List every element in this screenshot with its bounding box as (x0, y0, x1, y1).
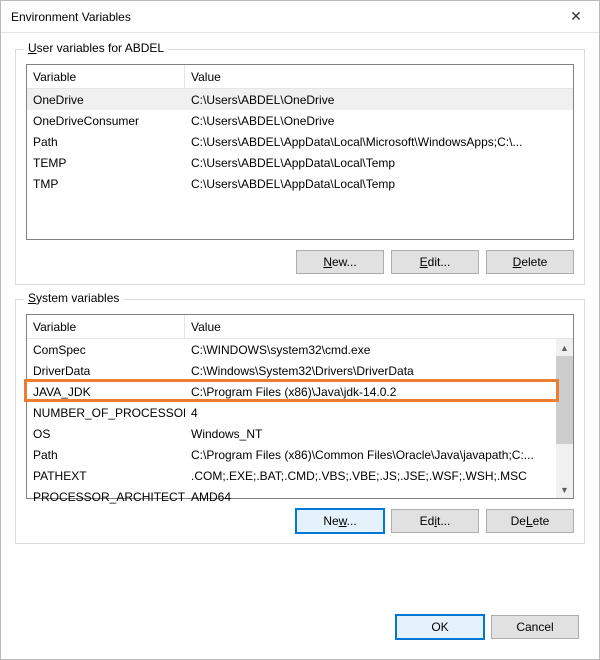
scroll-up-icon[interactable]: ▲ (556, 339, 573, 356)
system-variables-legend: System variables (24, 291, 123, 305)
titlebar: Environment Variables ✕ (1, 1, 599, 33)
ok-button[interactable]: OK (396, 615, 484, 639)
column-variable[interactable]: Variable (27, 65, 185, 88)
system-edit-button[interactable]: Edit... (391, 509, 479, 533)
dialog-footer: OK Cancel (1, 605, 599, 659)
var-value: 4 (185, 406, 556, 420)
scroll-track[interactable] (556, 356, 573, 481)
table-row[interactable]: PATHEXT.COM;.EXE;.BAT;.CMD;.VBS;.VBE;.JS… (27, 465, 556, 486)
table-row[interactable]: PROCESSOR_ARCHITECTU...AMD64 (27, 486, 556, 507)
env-vars-dialog: Environment Variables ✕ User variables f… (0, 0, 600, 660)
var-name: Path (27, 135, 185, 149)
var-name: PATHEXT (27, 469, 185, 483)
scrollbar[interactable]: ▲ ▼ (556, 339, 573, 498)
table-row[interactable]: OneDriveC:\Users\ABDEL\OneDrive (27, 89, 573, 110)
var-name: ComSpec (27, 343, 185, 357)
var-name: PROCESSOR_ARCHITECTU... (27, 490, 185, 504)
table-row[interactable]: TEMPC:\Users\ABDEL\AppData\Local\Temp (27, 152, 573, 173)
var-name: TEMP (27, 156, 185, 170)
system-new-button[interactable]: New... (296, 509, 384, 533)
var-name: OneDrive (27, 93, 185, 107)
cancel-button[interactable]: Cancel (491, 615, 579, 639)
system-delete-button[interactable]: DeLete (486, 509, 574, 533)
var-value: .COM;.EXE;.BAT;.CMD;.VBS;.VBE;.JS;.JSE;.… (185, 469, 556, 483)
user-delete-button[interactable]: Delete (486, 250, 574, 274)
var-value: C:\Program Files (x86)\Java\jdk-14.0.2 (185, 385, 556, 399)
system-variables-group: System variables Variable Value ComSpecC… (15, 299, 585, 544)
table-row[interactable]: JAVA_JDKC:\Program Files (x86)\Java\jdk-… (27, 381, 556, 402)
var-value: C:\Users\ABDEL\OneDrive (185, 114, 573, 128)
table-row[interactable]: DriverDataC:\Windows\System32\Drivers\Dr… (27, 360, 556, 381)
var-name: TMP (27, 177, 185, 191)
column-variable[interactable]: Variable (27, 315, 185, 338)
user-new-button[interactable]: New... (296, 250, 384, 274)
user-variables-legend: User variables for ABDEL (24, 41, 168, 55)
var-value: AMD64 (185, 490, 556, 504)
dialog-content: User variables for ABDEL Variable Value … (1, 33, 599, 605)
system-variables-list[interactable]: Variable Value ComSpecC:\WINDOWS\system3… (26, 314, 574, 499)
scroll-down-icon[interactable]: ▼ (556, 481, 573, 498)
system-buttons: New... Edit... DeLete (26, 509, 574, 533)
table-row[interactable]: NUMBER_OF_PROCESSORS4 (27, 402, 556, 423)
var-name: DriverData (27, 364, 185, 378)
user-edit-button[interactable]: Edit... (391, 250, 479, 274)
list-header: Variable Value (27, 65, 573, 89)
var-name: JAVA_JDK (27, 385, 185, 399)
user-buttons: New... Edit... Delete (26, 250, 574, 274)
var-name: NUMBER_OF_PROCESSORS (27, 406, 185, 420)
var-value: C:\Users\ABDEL\AppData\Local\Temp (185, 177, 573, 191)
var-name: OneDriveConsumer (27, 114, 185, 128)
scroll-thumb[interactable] (556, 356, 573, 444)
table-row[interactable]: OSWindows_NT (27, 423, 556, 444)
table-row[interactable]: PathC:\Users\ABDEL\AppData\Local\Microso… (27, 131, 573, 152)
table-row[interactable]: PathC:\Program Files (x86)\Common Files\… (27, 444, 556, 465)
var-name: OS (27, 427, 185, 441)
var-value: C:\Users\ABDEL\AppData\Local\Temp (185, 156, 573, 170)
var-value: C:\Windows\System32\Drivers\DriverData (185, 364, 556, 378)
list-header: Variable Value (27, 315, 573, 339)
table-row[interactable]: ComSpecC:\WINDOWS\system32\cmd.exe (27, 339, 556, 360)
var-value: C:\Users\ABDEL\AppData\Local\Microsoft\W… (185, 135, 573, 149)
var-value: C:\Program Files (x86)\Common Files\Orac… (185, 448, 556, 462)
table-row[interactable]: OneDriveConsumerC:\Users\ABDEL\OneDrive (27, 110, 573, 131)
column-value[interactable]: Value (185, 315, 573, 338)
window-title: Environment Variables (11, 10, 553, 24)
var-value: C:\WINDOWS\system32\cmd.exe (185, 343, 556, 357)
user-variables-group: User variables for ABDEL Variable Value … (15, 49, 585, 285)
table-row[interactable]: TMPC:\Users\ABDEL\AppData\Local\Temp (27, 173, 573, 194)
var-value: C:\Users\ABDEL\OneDrive (185, 93, 573, 107)
user-variables-list[interactable]: Variable Value OneDriveC:\Users\ABDEL\On… (26, 64, 574, 240)
close-icon[interactable]: ✕ (553, 1, 599, 32)
var-name: Path (27, 448, 185, 462)
var-value: Windows_NT (185, 427, 556, 441)
column-value[interactable]: Value (185, 65, 573, 88)
